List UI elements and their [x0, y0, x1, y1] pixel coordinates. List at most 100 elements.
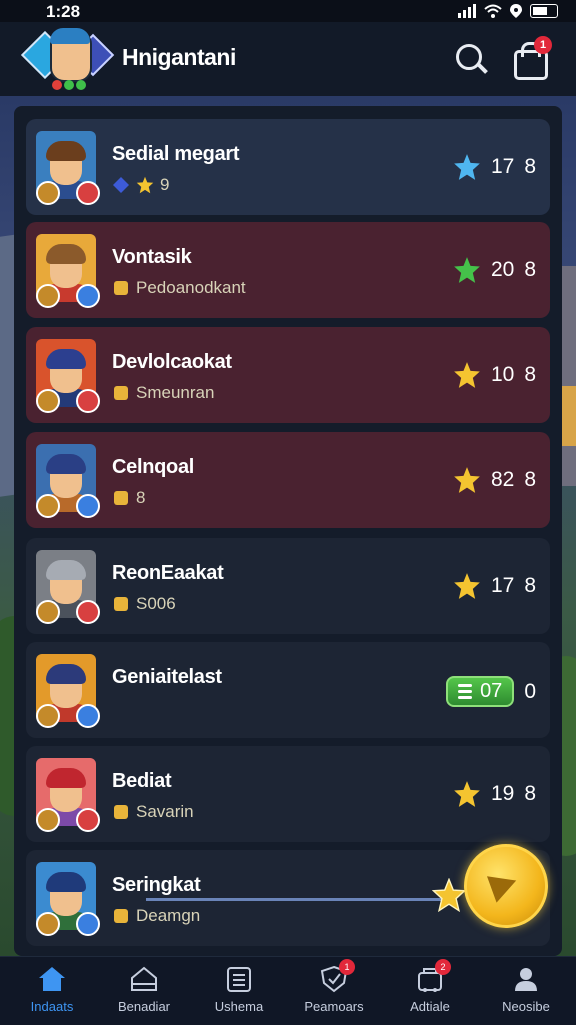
ability-icon [76, 494, 100, 518]
player-name: Vontasik [112, 246, 192, 268]
home-icon [37, 965, 67, 993]
logo-cap [50, 28, 90, 44]
rank-value: 8 [524, 782, 536, 805]
star-icon [454, 257, 480, 283]
tab-neosibe[interactable]: Neosibe [478, 965, 574, 1014]
ability-icon [36, 912, 60, 936]
player-name: ReonEaakat [112, 562, 224, 584]
leaderboard-row[interactable]: Geniaitelast 07 0 [26, 642, 550, 738]
badge-icon [114, 491, 128, 505]
player-subtitle: S006 [112, 594, 176, 614]
leaderboard-row[interactable]: ReonEaakat S006 17 8 [26, 538, 550, 634]
shop-bag-icon[interactable]: 1 [512, 36, 552, 80]
subtitle-text: Savarin [136, 802, 194, 821]
signal-icon [458, 4, 476, 18]
tab-label: Neosibe [502, 999, 550, 1014]
score-value: 07 [480, 680, 503, 702]
star-icon [454, 467, 480, 493]
ability-icon [76, 389, 100, 413]
app-header: Hnigantani 1 [0, 22, 576, 96]
page-title: Hnigantani [122, 44, 236, 70]
leaderboard-row[interactable]: Bediat Savarin 19 8 [26, 746, 550, 842]
ability-icon [76, 181, 100, 205]
star-icon [136, 176, 154, 194]
rank-value: 8 [524, 155, 536, 178]
player-subtitle: Deamgn [112, 906, 200, 926]
tab-benadiar[interactable]: Benadiar [96, 965, 192, 1014]
player-name: Celnqoal [112, 456, 195, 478]
score-area: 10 8 [453, 361, 536, 389]
logo-dots [52, 80, 86, 90]
badge-icon [114, 597, 128, 611]
player-subtitle: Savarin [112, 802, 194, 822]
badge-icon [114, 909, 128, 923]
score-area: 20 8 [453, 256, 536, 284]
leaderboard-row[interactable]: Vontasik Pedoanodkant 20 8 [26, 222, 550, 318]
status-icons [458, 4, 558, 18]
ability-icon [36, 389, 60, 413]
score-area: 07 0 [446, 676, 536, 707]
ability-icon [76, 912, 100, 936]
score-value: 17 [490, 155, 515, 178]
bottom-nav: Indaats Benadiar Ushema 1 Peamoars 2 Adt… [0, 956, 576, 1025]
menu-lines-icon [458, 684, 473, 699]
subtitle-text: Deamgn [136, 906, 201, 925]
rank-value: 8 [524, 258, 536, 281]
tab-indaats[interactable]: Indaats [4, 965, 100, 1014]
arrow-icon [486, 867, 522, 903]
subtitle-text: 8 [136, 488, 146, 507]
player-name: Seringkat [112, 874, 201, 896]
list-icon [224, 965, 254, 993]
tab-ushema[interactable]: Ushema [191, 965, 287, 1014]
player-subtitle: 9 [112, 175, 169, 195]
rank-value: 8 [524, 363, 536, 386]
ability-icon [76, 704, 100, 728]
star-icon [454, 154, 480, 180]
ability-icon [76, 284, 100, 308]
score-value: 10 [490, 363, 515, 386]
score-value: 19 [490, 782, 515, 805]
ability-icon [76, 808, 100, 832]
player-name: Devlolcaokat [112, 351, 232, 373]
ability-icon [36, 600, 60, 624]
tab-label: Indaats [30, 999, 74, 1014]
profile-icon [511, 965, 541, 993]
subtitle-text: Pedoanodkant [136, 278, 246, 297]
player-subtitle: 8 [112, 488, 145, 508]
tab-label: Adtiale [410, 999, 450, 1014]
player-subtitle: Pedoanodkant [112, 278, 246, 298]
score-area: 19 8 [453, 780, 536, 808]
subtitle-text: Smeunran [136, 383, 215, 402]
rank-value: 8 [524, 468, 536, 491]
search-icon[interactable] [452, 40, 488, 76]
ability-icon [36, 808, 60, 832]
star-icon [454, 573, 480, 599]
coin-action-button[interactable] [464, 844, 548, 928]
leaderboard-row[interactable]: Devlolcaokat Smeunran 10 8 [26, 327, 550, 423]
tab-peamoars[interactable]: 1 Peamoars [286, 959, 382, 1014]
app-logo [20, 28, 115, 90]
score-value: 17 [490, 574, 515, 597]
star-icon [454, 362, 480, 388]
leaderboard-row[interactable]: Celnqoal 8 82 8 [26, 432, 550, 528]
ability-icon [36, 181, 60, 205]
battery-icon [530, 4, 558, 18]
rank-value: 0 [524, 679, 536, 703]
tab-adtiale[interactable]: 2 Adtiale [382, 959, 478, 1014]
player-subtitle: Smeunran [112, 383, 214, 403]
score-value: 82 [490, 468, 515, 491]
tab-badge: 1 [339, 959, 355, 975]
star-icon [454, 781, 480, 807]
location-icon [510, 4, 522, 18]
subtitle-text: S006 [136, 594, 176, 613]
cart-badge: 1 [534, 36, 552, 54]
score-pill[interactable]: 07 [446, 676, 515, 707]
subtitle-text: 9 [160, 175, 170, 194]
leaderboard-row[interactable]: Sedial megart 9 17 8 [26, 119, 550, 215]
badge-icon [114, 281, 128, 295]
store-icon: 2 [415, 959, 451, 993]
gem-icon [113, 177, 129, 193]
score-area: 82 8 [453, 466, 536, 494]
rank-value: 8 [524, 574, 536, 597]
tab-label: Benadiar [117, 999, 171, 1014]
